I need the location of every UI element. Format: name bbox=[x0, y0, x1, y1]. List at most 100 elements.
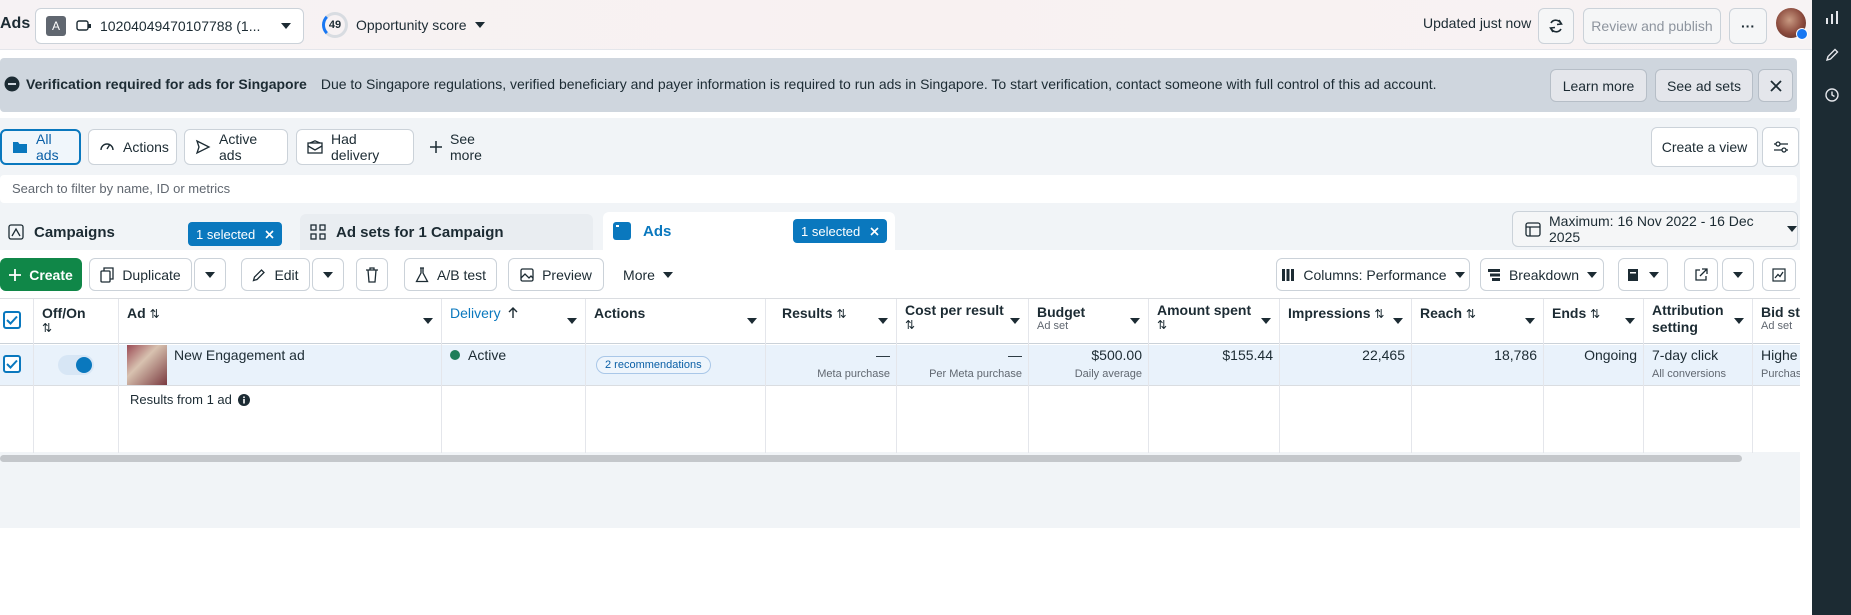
duplicate-dropdown-button[interactable] bbox=[194, 258, 226, 291]
actions-header[interactable]: Actions bbox=[586, 299, 765, 344]
review-and-publish-button[interactable]: Review and publish bbox=[1583, 8, 1721, 44]
edit-dropdown-button[interactable] bbox=[312, 258, 344, 291]
impressions-header[interactable]: Impressions ⇅ bbox=[1280, 299, 1411, 344]
amount-spent-header[interactable]: Amount spent ⇅ bbox=[1149, 299, 1279, 344]
ab-test-button[interactable]: A/B test bbox=[404, 258, 497, 291]
delivery-header[interactable]: Delivery bbox=[442, 299, 585, 344]
off-on-header[interactable]: Off/On ⇅ bbox=[34, 299, 118, 344]
select-all-checkbox[interactable] bbox=[3, 311, 21, 329]
cost-dash: — bbox=[1008, 347, 1022, 363]
export-button[interactable] bbox=[1684, 258, 1718, 291]
results-header[interactable]: Results ⇅ bbox=[766, 299, 896, 344]
view-tab-active-ads[interactable]: Active ads bbox=[184, 129, 288, 165]
sort-icon[interactable]: ⇅ bbox=[836, 307, 846, 321]
close-banner-button[interactable] bbox=[1758, 69, 1793, 102]
export-dropdown-button[interactable] bbox=[1722, 258, 1754, 291]
chevron-down-icon[interactable] bbox=[1010, 318, 1020, 324]
columns-button[interactable]: Columns: Performance bbox=[1276, 258, 1470, 291]
impressions-column: Impressions ⇅ 22,465 bbox=[1280, 299, 1412, 453]
pencil-icon[interactable] bbox=[1824, 47, 1840, 63]
sort-icon[interactable]: ⇅ bbox=[1466, 307, 1476, 321]
chevron-down-icon[interactable] bbox=[567, 318, 577, 324]
see-more-button[interactable]: See more bbox=[420, 129, 520, 165]
campaigns-selected-chip[interactable]: 1 selected bbox=[188, 222, 283, 246]
sort-icon[interactable]: ⇅ bbox=[150, 307, 160, 321]
results-summary-label: Results from 1 ad bbox=[130, 392, 232, 407]
row-checkbox[interactable] bbox=[3, 355, 21, 373]
bid-value: Highe Purchase bbox=[1761, 347, 1800, 380]
budget-header[interactable]: Budget Ad set bbox=[1029, 299, 1148, 344]
ad-header[interactable]: Ad ⇅ bbox=[119, 299, 441, 344]
close-icon[interactable] bbox=[265, 229, 274, 239]
chevron-down-icon[interactable] bbox=[1261, 318, 1271, 324]
chevron-down-icon bbox=[1733, 271, 1743, 278]
opportunity-score[interactable]: 49 Opportunity score bbox=[322, 12, 485, 38]
tab-campaigns[interactable]: Campaigns bbox=[8, 214, 115, 250]
create-view-button[interactable]: Create a view bbox=[1651, 127, 1758, 167]
charts-button[interactable] bbox=[1762, 258, 1796, 291]
delete-button[interactable] bbox=[356, 258, 388, 291]
reports-button[interactable] bbox=[1618, 258, 1668, 291]
sort-ascending-icon[interactable] bbox=[508, 307, 518, 318]
chart-icon[interactable] bbox=[1824, 10, 1840, 26]
chevron-down-icon[interactable] bbox=[1393, 318, 1403, 324]
more-label: More bbox=[623, 266, 655, 283]
preview-button[interactable]: Preview bbox=[508, 258, 604, 291]
more-button[interactable]: More bbox=[612, 258, 684, 291]
attribution-header[interactable]: Attribution setting bbox=[1644, 299, 1752, 344]
chevron-down-icon[interactable] bbox=[1625, 318, 1635, 324]
edit-label: Edit bbox=[274, 266, 299, 283]
edit-button[interactable]: Edit bbox=[241, 258, 310, 291]
view-tab-actions[interactable]: Actions bbox=[88, 129, 177, 165]
breakdown-button[interactable]: Breakdown bbox=[1480, 258, 1604, 291]
close-icon[interactable] bbox=[870, 226, 879, 236]
ads-selected-chip[interactable]: 1 selected bbox=[793, 219, 888, 243]
view-tab-had-delivery[interactable]: Had delivery bbox=[296, 129, 414, 165]
pencil-icon bbox=[252, 268, 266, 282]
create-button[interactable]: Create bbox=[0, 258, 82, 291]
more-options-button[interactable]: ··· bbox=[1729, 8, 1767, 44]
chevron-down-icon[interactable] bbox=[1734, 318, 1744, 324]
attribution-value: 7-day click All conversions bbox=[1652, 347, 1726, 380]
sort-icon[interactable]: ⇅ bbox=[905, 318, 1020, 332]
budget-amount: $500.00 bbox=[1091, 347, 1142, 363]
duplicate-button[interactable]: Duplicate bbox=[89, 258, 192, 291]
customize-view-button[interactable] bbox=[1762, 127, 1799, 167]
chevron-down-icon[interactable] bbox=[747, 318, 757, 324]
see-ad-sets-button[interactable]: See ad sets bbox=[1655, 69, 1753, 102]
sort-icon[interactable]: ⇅ bbox=[1590, 307, 1600, 321]
chevron-down-icon[interactable] bbox=[878, 318, 888, 324]
search-input[interactable]: Search to filter by name, ID or metrics bbox=[0, 175, 1797, 203]
ends-header[interactable]: Ends ⇅ bbox=[1544, 299, 1643, 344]
results-sub: Meta purchase bbox=[817, 368, 890, 380]
cost-per-result-header[interactable]: Cost per result ⇅ bbox=[897, 299, 1028, 344]
ad-name[interactable]: New Engagement ad bbox=[174, 347, 305, 363]
sort-icon[interactable]: ⇅ bbox=[1374, 307, 1384, 321]
delivery-value: Active bbox=[468, 347, 507, 363]
chevron-down-icon[interactable] bbox=[423, 318, 433, 324]
ad-thumbnail[interactable] bbox=[127, 345, 167, 385]
chevron-down-icon bbox=[281, 23, 291, 29]
recommendations-badge[interactable]: 2 recommendations bbox=[596, 355, 711, 374]
learn-more-button[interactable]: Learn more bbox=[1550, 69, 1647, 102]
account-selector[interactable]: A 10204049470107788 (1... bbox=[35, 8, 304, 44]
ad-toggle[interactable] bbox=[58, 355, 94, 375]
trash-icon bbox=[365, 266, 379, 283]
horizontal-scrollbar[interactable] bbox=[0, 455, 1742, 462]
tab-ad-sets[interactable]: Ad sets for 1 Campaign bbox=[300, 214, 593, 250]
chevron-down-icon[interactable] bbox=[1525, 318, 1535, 324]
view-tab-all-ads[interactable]: All ads bbox=[0, 129, 81, 165]
reach-header-label: Reach bbox=[1420, 305, 1463, 321]
sort-icon[interactable]: ⇅ bbox=[1157, 318, 1271, 332]
ab-test-label: A/B test bbox=[436, 266, 487, 283]
avatar[interactable] bbox=[1776, 8, 1808, 40]
info-icon[interactable] bbox=[237, 393, 250, 406]
sort-icon[interactable]: ⇅ bbox=[42, 321, 110, 335]
refresh-button[interactable] bbox=[1538, 8, 1574, 44]
bid-strategy-header[interactable]: Bid stra Ad set bbox=[1753, 299, 1800, 344]
reach-value: 18,786 bbox=[1494, 347, 1537, 363]
reach-header[interactable]: Reach ⇅ bbox=[1412, 299, 1543, 344]
date-range-picker[interactable]: Maximum: 16 Nov 2022 - 16 Dec 2025 bbox=[1512, 211, 1798, 247]
history-icon[interactable] bbox=[1824, 87, 1840, 103]
chevron-down-icon[interactable] bbox=[1130, 318, 1140, 324]
